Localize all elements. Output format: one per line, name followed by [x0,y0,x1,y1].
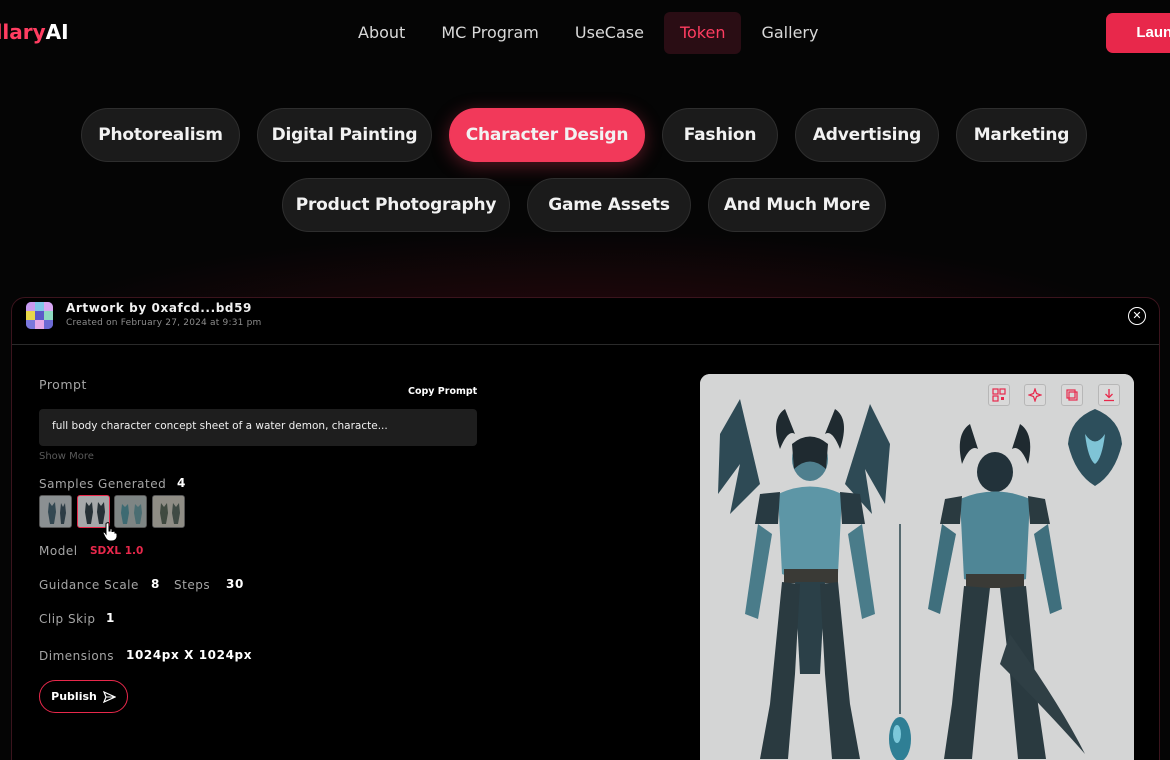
filter-product-photography[interactable]: Product Photography [282,178,510,232]
artwork-illustration [700,374,1134,760]
nav-mc-program[interactable]: MC Program [425,12,555,54]
filter-digital-painting[interactable]: Digital Painting [257,108,432,162]
model-label: Model [39,544,78,558]
filter-fashion[interactable]: Fashion [662,108,778,162]
publish-label: Publish [51,690,97,703]
send-icon [102,690,116,703]
clip-skip-value: 1 [106,611,115,625]
artist-name: Artwork by 0xafcd...bd59 [66,301,253,315]
steps-label: Steps [174,578,211,592]
artwork-image[interactable] [700,374,1134,760]
download-icon[interactable] [1098,384,1120,406]
filter-marketing[interactable]: Marketing [956,108,1087,162]
show-more-link[interactable]: Show More [39,451,94,462]
qr-icon[interactable] [988,384,1010,406]
prompt-text: full body character concept sheet of a w… [39,409,477,446]
steps-value: 30 [226,577,244,591]
launch-button[interactable]: Launch [1106,13,1170,53]
samples-label: Samples Generated [39,477,167,491]
guidance-value: 8 [151,577,160,591]
filter-game-assets[interactable]: Game Assets [527,178,691,232]
filter-photorealism[interactable]: Photorealism [81,108,240,162]
close-icon[interactable]: ✕ [1128,307,1146,325]
hand-cursor-icon [102,522,118,546]
dimensions-value: 1024px X 1024px [126,648,253,662]
sample-thumbnail[interactable] [114,495,147,528]
clip-skip-label: Clip Skip [39,612,96,626]
sample-thumbnail[interactable] [39,495,72,528]
sample-thumbnail[interactable] [152,495,185,528]
sparkle-icon[interactable] [1024,384,1046,406]
logo[interactable]: ellaryAI [0,20,90,46]
artwork-detail-panel: Artwork by 0xafcd...bd59 Created on Febr… [11,297,1160,760]
publish-button[interactable]: Publish [39,680,128,713]
nav-usecase[interactable]: UseCase [559,12,660,54]
created-date: Created on February 27, 2024 at 9:31 pm [66,318,262,328]
guidance-label: Guidance Scale [39,578,139,592]
avatar [26,302,53,329]
nav-token[interactable]: Token [663,12,742,54]
model-value: SDXL 1.0 [90,545,144,557]
samples-count: 4 [177,476,186,490]
copy-icon[interactable] [1061,384,1083,406]
filter-character-design[interactable]: Character Design [449,108,645,162]
nav-about[interactable]: About [342,12,421,54]
main-nav: About MC Program UseCase Token Gallery [342,12,838,54]
prompt-label: Prompt [39,377,87,392]
panel-divider [12,344,1159,345]
copy-prompt-button[interactable]: Copy Prompt [408,386,477,397]
filter-and-much-more[interactable]: And Much More [708,178,886,232]
filter-advertising[interactable]: Advertising [795,108,939,162]
nav-gallery[interactable]: Gallery [745,12,834,54]
dimensions-label: Dimensions [39,649,115,663]
